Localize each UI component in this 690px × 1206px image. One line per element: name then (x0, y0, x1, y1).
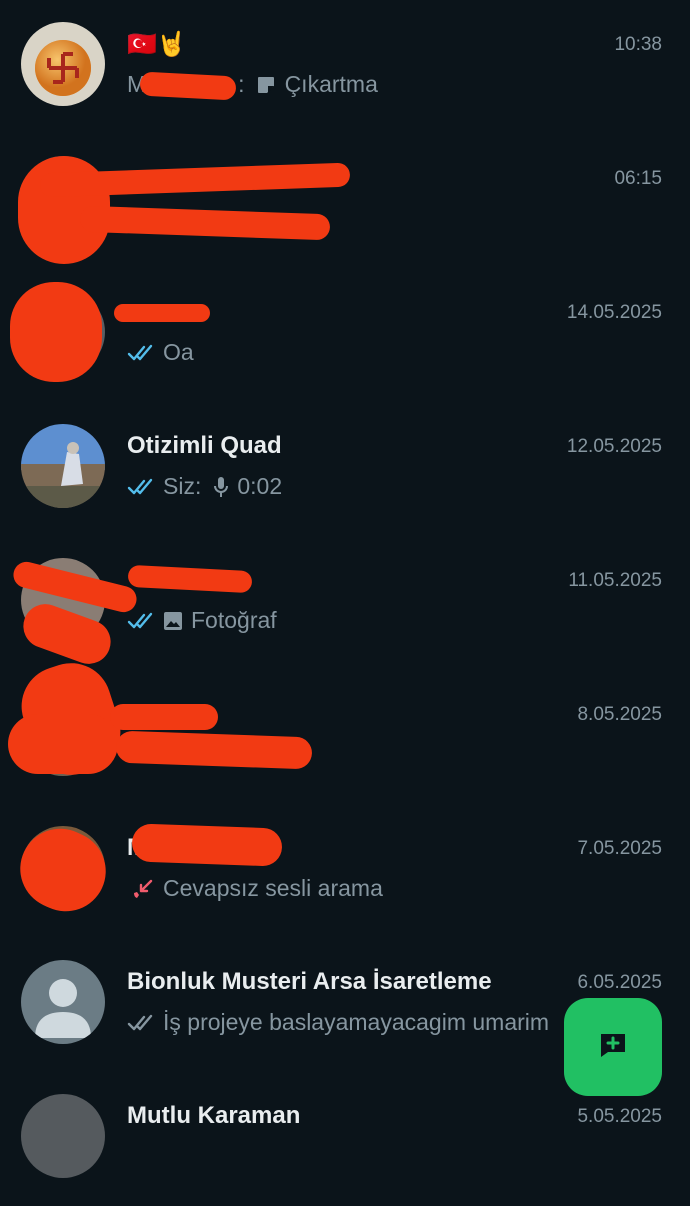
redaction-mark (79, 205, 331, 241)
double-check-icon (127, 1013, 157, 1033)
chat-time: 7.05.2025 (577, 838, 662, 859)
chat-name: Mutlu Karaman (127, 1102, 301, 1129)
chat-time: 14.05.2025 (566, 302, 662, 323)
avatar[interactable] (21, 22, 105, 106)
chat-row[interactable]: 14.05.2025 Oa (0, 268, 690, 402)
redaction-mark (110, 704, 218, 730)
chat-preview: Cevapsız sesli arama (127, 875, 383, 902)
redaction-mark (127, 564, 253, 594)
chat-time: 11.05.2025 (568, 570, 662, 591)
avatar[interactable] (21, 424, 105, 508)
double-check-read-icon (127, 343, 157, 363)
redaction-mark (7, 815, 119, 925)
chat-preview: Fotoğraf (127, 607, 277, 634)
chat-time: 8.05.2025 (577, 704, 662, 725)
preview-sender-colon: : (238, 71, 245, 97)
preview-text: Fotoğraf (191, 607, 277, 633)
avatar[interactable] (21, 960, 105, 1044)
preview-text: 0:02 (237, 473, 283, 499)
photo-icon (163, 611, 183, 631)
sticker-icon (255, 74, 277, 96)
new-chat-icon (598, 1031, 628, 1064)
preview-text: Çıkartma (284, 71, 378, 97)
new-chat-button[interactable] (564, 998, 662, 1096)
avatar[interactable] (21, 1094, 105, 1178)
chat-row[interactable]: 11.05.2025 Fotoğraf (0, 536, 690, 671)
chat-name: 🇹🇷🤘 (127, 31, 187, 58)
preview-text: İş projeye baslayamayacagim umarim (163, 1009, 550, 1035)
redaction-mark (115, 730, 313, 770)
chat-time: 6.05.2025 (577, 972, 662, 993)
preview-sender: Siz: (163, 473, 202, 499)
redaction-mark (139, 71, 237, 101)
missed-call-icon (131, 877, 155, 901)
chat-row[interactable]: M 7.05.2025 Cevapsız sesli arama (0, 804, 690, 938)
chat-row[interactable]: 8.05.2025 (0, 652, 690, 804)
double-check-read-icon (127, 611, 157, 631)
preview-text: Cevapsız sesli arama (163, 875, 383, 901)
chat-time: 10:38 (614, 34, 662, 55)
redaction-mark (8, 714, 118, 774)
chat-row[interactable]: Otizimli Quad 12.05.2025 Siz: 0:02 (0, 402, 690, 536)
chat-name: Bionluk Musteri Arsa İsaretleme (127, 968, 492, 995)
chat-name: Otizimli Quad (127, 432, 282, 459)
chat-time: 06:15 (614, 168, 662, 189)
chat-preview: İş projeye baslayamayacagim umarim (127, 1009, 549, 1036)
double-check-read-icon (127, 477, 157, 497)
chat-time: 12.05.2025 (566, 436, 662, 457)
chat-row[interactable]: 🇹🇷🤘 10:38 M : Çıkartma (0, 0, 690, 134)
redaction-mark (131, 823, 283, 867)
redaction-mark (10, 282, 102, 382)
chat-preview: Oa (127, 339, 194, 366)
chat-row[interactable]: 06:15 (0, 134, 690, 268)
preview-text: Oa (163, 339, 194, 365)
redaction-mark (114, 304, 210, 322)
chat-time: 5.05.2025 (577, 1106, 662, 1127)
microphone-icon (213, 476, 229, 498)
chat-preview: Siz: 0:02 (127, 473, 282, 500)
default-avatar-icon (35, 979, 91, 1038)
